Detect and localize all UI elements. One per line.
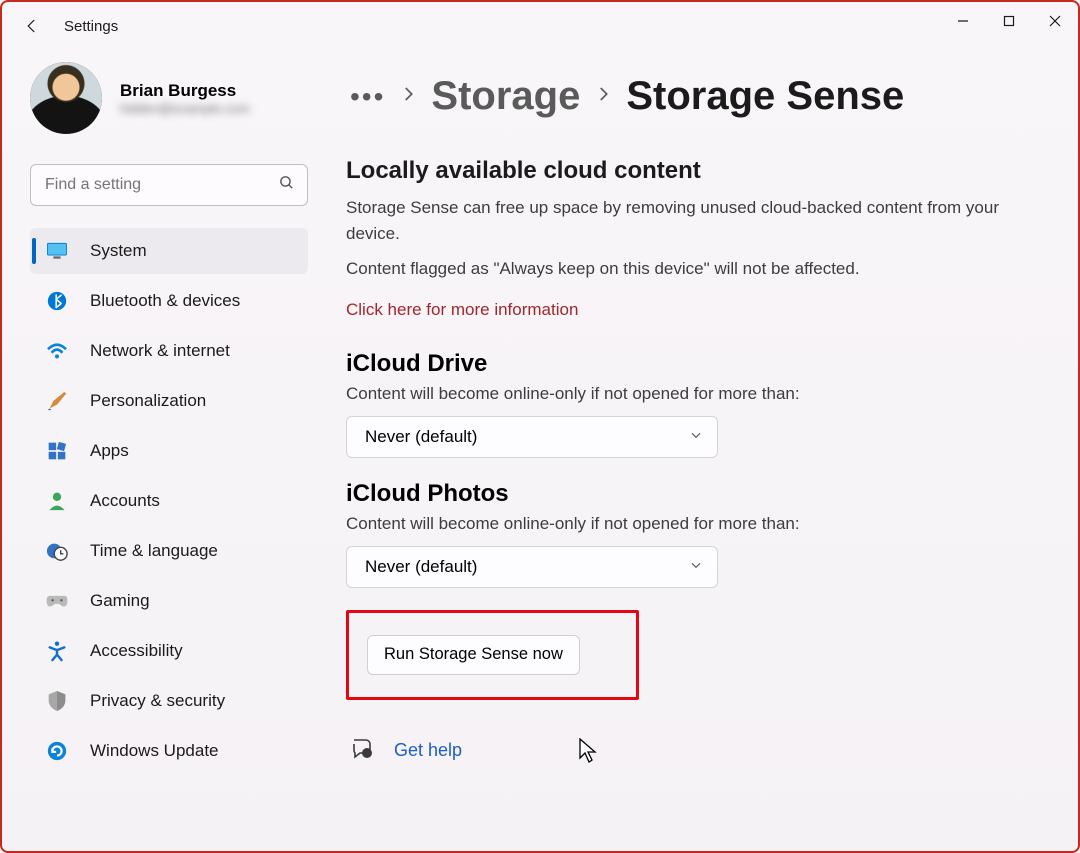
sidebar-item-label: Gaming — [90, 591, 150, 611]
sidebar-item-accessibility[interactable]: Accessibility — [30, 628, 308, 674]
shield-icon — [46, 690, 68, 712]
back-button[interactable] — [22, 16, 42, 36]
section-heading-cloud: Locally available cloud content — [346, 157, 1030, 185]
controller-icon — [46, 590, 68, 612]
sidebar-item-windows-update[interactable]: Windows Update — [30, 728, 308, 774]
search-input[interactable] — [45, 176, 278, 194]
section-caption: Content will become online-only if not o… — [346, 514, 1030, 534]
section-text: Content flagged as "Always keep on this … — [346, 256, 1030, 282]
profile-name: Brian Burgess — [120, 81, 250, 101]
sidebar-item-label: Time & language — [90, 541, 218, 561]
sidebar-item-label: Bluetooth & devices — [90, 291, 240, 311]
apps-icon — [46, 440, 68, 462]
window-title: Settings — [64, 18, 118, 35]
update-icon — [46, 740, 68, 762]
sidebar-item-label: Windows Update — [90, 741, 219, 761]
section-heading-icloud-photos: iCloud Photos — [346, 480, 1030, 508]
section-text: Storage Sense can free up space by remov… — [346, 195, 1030, 246]
svg-text:?: ? — [365, 749, 370, 758]
dropdown-value: Never (default) — [365, 557, 477, 577]
sidebar-item-apps[interactable]: Apps — [30, 428, 308, 474]
search-icon — [278, 174, 295, 196]
accessibility-icon — [46, 640, 68, 662]
dropdown-value: Never (default) — [365, 427, 477, 447]
sidebar-item-time-language[interactable]: Time & language — [30, 528, 308, 574]
profile-block[interactable]: Brian Burgess hidden@example.com — [30, 62, 308, 134]
breadcrumb: ••• Storage Storage Sense — [350, 74, 1030, 119]
button-label: Run Storage Sense now — [384, 645, 563, 664]
window-close-button[interactable] — [1032, 2, 1078, 40]
sidebar-item-label: System — [90, 241, 147, 261]
paintbrush-icon — [46, 390, 68, 412]
get-help-link[interactable]: Get help — [394, 740, 462, 761]
chevron-down-icon — [689, 557, 703, 577]
breadcrumb-parent[interactable]: Storage — [431, 74, 580, 119]
sidebar-item-gaming[interactable]: Gaming — [30, 578, 308, 624]
sidebar-nav: System Bluetooth & devices Network & inter… — [30, 228, 308, 774]
chevron-right-icon — [594, 85, 612, 108]
sidebar-item-bluetooth-devices[interactable]: Bluetooth & devices — [30, 278, 308, 324]
sidebar-item-personalization[interactable]: Personalization — [30, 378, 308, 424]
chevron-down-icon — [689, 427, 703, 447]
section-heading-icloud-drive: iCloud Drive — [346, 350, 1030, 378]
sidebar-item-label: Network & internet — [90, 341, 230, 361]
highlight-box: Run Storage Sense now — [346, 610, 639, 700]
run-storage-sense-button[interactable]: Run Storage Sense now — [367, 635, 580, 675]
breadcrumb-ellipsis[interactable]: ••• — [350, 90, 385, 104]
sidebar-item-label: Accessibility — [90, 641, 183, 661]
sidebar-item-label: Accounts — [90, 491, 160, 511]
wifi-icon — [46, 340, 68, 362]
chevron-right-icon — [399, 85, 417, 108]
sidebar-item-label: Personalization — [90, 391, 206, 411]
sidebar-item-label: Privacy & security — [90, 691, 225, 711]
search-box[interactable] — [30, 164, 308, 206]
section-caption: Content will become online-only if not o… — [346, 384, 1030, 404]
bluetooth-icon — [46, 290, 68, 312]
sidebar-item-privacy-security[interactable]: Privacy & security — [30, 678, 308, 724]
window-minimize-button[interactable] — [940, 2, 986, 40]
sidebar-item-system[interactable]: System — [30, 228, 308, 274]
icloud-drive-dropdown[interactable]: Never (default) — [346, 416, 718, 458]
sidebar-item-network-internet[interactable]: Network & internet — [30, 328, 308, 374]
sidebar-item-label: Apps — [90, 441, 129, 461]
clock-globe-icon — [46, 540, 68, 562]
monitor-icon — [46, 240, 68, 262]
profile-email: hidden@example.com — [120, 101, 250, 116]
sidebar-item-accounts[interactable]: Accounts — [30, 478, 308, 524]
help-icon: ? — [350, 736, 374, 765]
avatar — [30, 62, 102, 134]
more-info-link[interactable]: Click here for more information — [346, 300, 578, 320]
breadcrumb-current: Storage Sense — [626, 74, 904, 119]
person-icon — [46, 490, 68, 512]
window-maximize-button[interactable] — [986, 2, 1032, 40]
icloud-photos-dropdown[interactable]: Never (default) — [346, 546, 718, 588]
